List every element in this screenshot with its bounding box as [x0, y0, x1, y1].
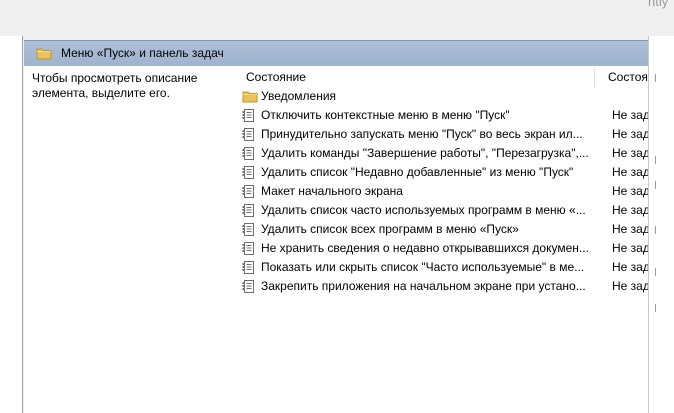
- policy-setting-icon: [242, 222, 256, 240]
- row-name: Удалить список часто используемых програ…: [261, 203, 586, 217]
- category-title: Меню «Пуск» и панель задач: [61, 46, 224, 60]
- table-row[interactable]: Удалить список часто используемых програ…: [24, 201, 648, 220]
- policy-setting-icon: [242, 184, 256, 202]
- row-name: Принудительно запускать меню "Пуск" во в…: [261, 127, 583, 141]
- details-pane: Чтобы просмотреть описание элемента, выд…: [24, 66, 648, 413]
- description-line: Чтобы просмотреть описание: [32, 71, 198, 85]
- column-header-state-setting[interactable]: Состоя: [608, 66, 648, 88]
- table-row[interactable]: Принудительно запускать меню "Пуск" во в…: [24, 125, 648, 144]
- row-name: Удалить список "Недавно добавленные" из …: [261, 165, 574, 179]
- edge-mark: [655, 156, 656, 164]
- table-row[interactable]: Уведомления: [24, 87, 648, 106]
- edge-mark: [655, 226, 656, 234]
- folder-icon: [36, 46, 52, 63]
- row-name: Закрепить приложения на начальном экране…: [261, 279, 586, 293]
- edge-mark: [655, 74, 656, 82]
- policy-setting-icon: [242, 127, 256, 145]
- column-separator[interactable]: [594, 68, 595, 87]
- table-row[interactable]: Показать или скрыть список "Часто исполь…: [24, 258, 648, 277]
- table-row[interactable]: Удалить команды "Завершение работы", "Пе…: [24, 144, 648, 163]
- row-state: Не зад: [612, 279, 648, 293]
- table-row[interactable]: Удалить список всех программ в меню «Пус…: [24, 220, 648, 239]
- column-header-state[interactable]: Состояние: [246, 66, 590, 88]
- row-name: Не хранить сведения о недавно открывавши…: [261, 241, 589, 255]
- edge-mark: [655, 304, 656, 312]
- background-window-text: ntly: [648, 0, 669, 9]
- row-state: Не зад: [612, 203, 648, 217]
- category-header: Меню «Пуск» и панель задач: [24, 40, 648, 67]
- row-state: Не зад: [612, 260, 648, 274]
- row-name: Отключить контекстные меню в меню "Пуск": [261, 108, 510, 122]
- policy-setting-icon: [242, 146, 256, 164]
- edge-mark: [655, 181, 656, 189]
- row-name: Удалить команды "Завершение работы", "Пе…: [261, 146, 589, 160]
- row-state: Не зад: [612, 108, 648, 122]
- row-state: Не зад: [612, 241, 648, 255]
- table-row[interactable]: Отключить контекстные меню в меню "Пуск"…: [24, 106, 648, 125]
- row-name: Показать или скрыть список "Часто исполь…: [261, 260, 585, 274]
- row-state: Не зад: [612, 184, 648, 198]
- left-tree-pane[interactable]: [0, 36, 23, 413]
- row-state: Не зад: [612, 222, 648, 236]
- row-state: Не зад: [612, 165, 648, 179]
- table-row[interactable]: Закрепить приложения на начальном экране…: [24, 277, 648, 296]
- policy-setting-icon: [242, 279, 256, 297]
- policy-setting-icon: [242, 108, 256, 126]
- row-name: Удалить список всех программ в меню «Пус…: [261, 222, 519, 236]
- policy-setting-icon: [242, 203, 256, 221]
- row-state: Не зад: [612, 127, 648, 141]
- policy-setting-icon: [242, 260, 256, 278]
- policy-setting-icon: [242, 241, 256, 259]
- policy-setting-icon: [242, 165, 256, 183]
- adjacent-window-edge: [648, 36, 674, 413]
- table-row[interactable]: Удалить список "Недавно добавленные" из …: [24, 163, 648, 182]
- edge-mark: [655, 268, 656, 276]
- folder-icon: [242, 89, 258, 106]
- row-state: Не зад: [612, 146, 648, 160]
- table-row[interactable]: Макет начального экрана Не зад: [24, 182, 648, 201]
- row-name: Макет начального экрана: [261, 184, 403, 198]
- window-top-strip: [0, 0, 674, 36]
- row-name: Уведомления: [261, 89, 337, 103]
- table-row[interactable]: Не хранить сведения о недавно открывавши…: [24, 239, 648, 258]
